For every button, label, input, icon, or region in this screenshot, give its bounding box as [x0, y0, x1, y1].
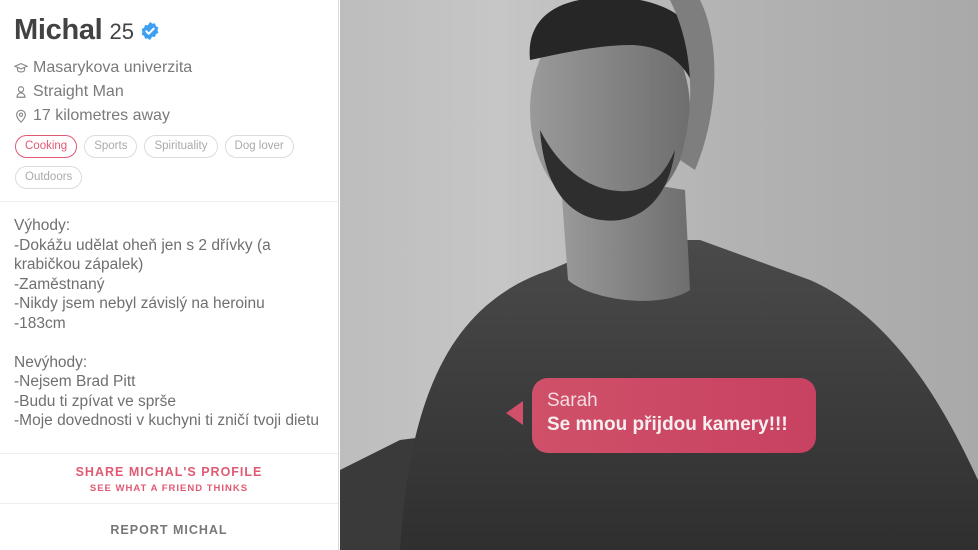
interest-tag[interactable]: Dog lover	[224, 135, 294, 158]
graduation-cap-icon	[14, 63, 28, 73]
orientation-row: Straight Man	[14, 80, 324, 104]
name-row: Michal 25	[14, 14, 324, 50]
interest-tag[interactable]: Outdoors	[15, 166, 83, 189]
school-text: Masarykova univerzita	[33, 59, 193, 76]
profile-bio: Výhody: -Dokážu udělat oheň jen s 2 dřív…	[0, 202, 338, 454]
report-button[interactable]: REPORT MICHAL	[0, 504, 338, 550]
profile-name: Michal	[14, 14, 103, 46]
bubble-message: Se mnou přijdou kamery!!!	[547, 414, 788, 435]
share-profile-sublabel: SEE WHAT A FRIEND THINKS	[89, 483, 249, 494]
chat-bubble: Sarah Se mnou přijdou kamery!!!	[532, 378, 816, 453]
interest-tag[interactable]: Cooking	[15, 135, 78, 158]
profile-header: Michal 25 Masarykova univerzita Straight…	[0, 0, 338, 202]
interest-tag[interactable]: Spirituality	[144, 135, 218, 158]
location-pin-icon	[16, 109, 26, 123]
share-profile-button[interactable]: SHARE MICHAL'S PROFILE SEE WHAT A FRIEND…	[0, 454, 338, 504]
interest-tag[interactable]: Sports	[84, 135, 138, 158]
photo-scene	[340, 0, 978, 550]
verified-badge-icon	[141, 21, 159, 41]
orientation-text: Straight Man	[33, 83, 124, 100]
distance-row: 17 kilometres away	[14, 104, 324, 128]
app: Michal 25 Masarykova univerzita Straight…	[0, 0, 978, 550]
profile-age: 25	[109, 19, 134, 44]
bubble-sender: Sarah	[547, 390, 598, 411]
distance-text: 17 kilometres away	[33, 107, 170, 124]
bubble-pointer	[506, 401, 523, 425]
share-profile-label: SHARE MICHAL'S PROFILE	[75, 465, 263, 479]
school-row: Masarykova univerzita	[14, 56, 324, 80]
profile-panel: Michal 25 Masarykova univerzita Straight…	[0, 0, 339, 550]
person-icon	[16, 86, 26, 98]
interest-tags: Cooking Sports Spirituality Dog lover Ou…	[14, 135, 324, 197]
profile-photo	[340, 0, 978, 550]
